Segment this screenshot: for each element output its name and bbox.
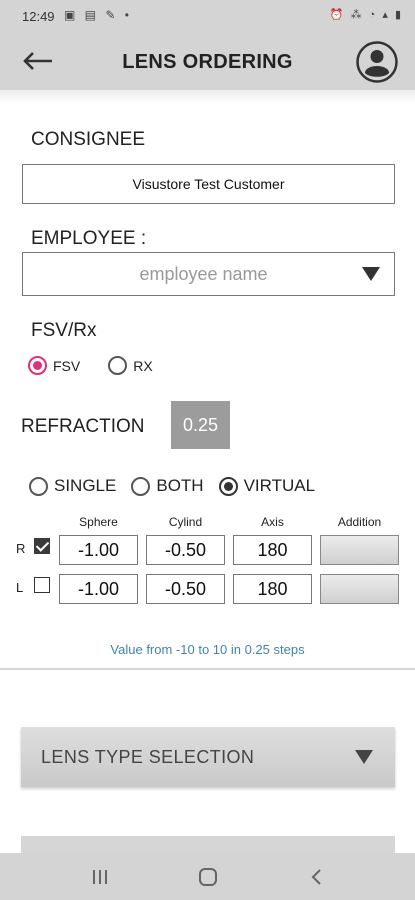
system-status-icons: ⏰ ⁂ ◔ ▴ ▮ — [329, 9, 403, 21]
mode-radio-group: SINGLE BOTH VIRTUAL — [29, 476, 315, 496]
status-bar: 12:49 ▣ ▤ ✎ • ⏰ ⁂ ◔ ▴ ▮ — [0, 0, 415, 34]
left-sphere-input[interactable]: -1.00 — [59, 574, 138, 604]
radio-both[interactable] — [131, 476, 151, 496]
radio-single[interactable] — [29, 476, 48, 496]
employee-placeholder: employee name — [139, 263, 268, 284]
page-title: LENS ORDERING — [122, 51, 293, 73]
radio-virtual[interactable] — [218, 476, 238, 496]
system-nav-bar — [0, 853, 415, 900]
fsv-radio-group: FSV RX — [28, 356, 153, 375]
refraction-step-button[interactable]: 0.25 — [171, 401, 230, 449]
status-time: 12:49 — [22, 9, 55, 24]
column-header-addition: Addition — [337, 515, 382, 529]
right-cylinder-input[interactable]: -0.50 — [146, 535, 225, 565]
range-hint: Value from -10 to 10 in 0.25 steps — [110, 642, 305, 657]
lens-type-label: LENS TYPE SELECTION — [41, 746, 255, 767]
column-header-cylinder: Cylind — [168, 515, 203, 529]
consignee-label: CONSIGNEE — [31, 129, 146, 150]
app-header: LENS ORDERING — [0, 34, 415, 90]
column-header-axis: Axis — [261, 515, 284, 529]
eye-label-right: R — [16, 541, 26, 556]
right-axis-input[interactable]: 180 — [233, 535, 312, 565]
notification-icons: ▣ ▤ ✎ • — [64, 8, 132, 22]
left-cylinder-input[interactable]: -0.50 — [146, 574, 225, 604]
avatar-button[interactable] — [355, 40, 399, 84]
radio-rx[interactable] — [108, 356, 128, 375]
system-back-button[interactable] — [302, 865, 332, 889]
refraction-label: REFRACTION — [21, 416, 145, 437]
right-sphere-input[interactable]: -1.00 — [59, 535, 138, 565]
radio-virtual-label: VIRTUAL — [243, 476, 316, 495]
right-addition-input[interactable] — [320, 535, 399, 565]
recent-apps-button[interactable] — [85, 865, 115, 889]
home-icon — [199, 868, 217, 886]
dropdown-arrow-icon — [355, 750, 373, 764]
right-eye-checkbox[interactable] — [34, 538, 50, 554]
chevron-left-icon — [311, 869, 321, 885]
user-profile-icon — [356, 41, 398, 83]
employee-dropdown[interactable]: employee name — [22, 252, 395, 296]
header-divider — [0, 90, 415, 104]
radio-both-label: BOTH — [156, 476, 204, 495]
fsv-rx-label: FSV/Rx — [31, 320, 97, 341]
left-addition-input[interactable] — [320, 574, 399, 604]
employee-label: EMPLOYEE : — [31, 228, 147, 249]
left-axis-input[interactable]: 180 — [233, 574, 312, 604]
radio-rx-label: RX — [133, 357, 153, 374]
home-button[interactable] — [193, 865, 223, 889]
radio-single-label: SINGLE — [54, 476, 117, 495]
eye-label-left: L — [16, 580, 24, 595]
recent-apps-icon — [93, 870, 107, 884]
column-header-sphere: Sphere — [79, 515, 118, 529]
left-eye-checkbox[interactable] — [34, 577, 50, 593]
dropdown-arrow-icon — [362, 267, 380, 281]
radio-fsv-label: FSV — [53, 357, 81, 374]
lens-type-dropdown[interactable]: LENS TYPE SELECTION — [21, 727, 395, 787]
radio-fsv[interactable] — [28, 356, 47, 375]
order-form: CONSIGNEE Visustore Test Customer EMPLOY… — [0, 104, 415, 670]
consignee-field[interactable]: Visustore Test Customer — [22, 164, 395, 204]
